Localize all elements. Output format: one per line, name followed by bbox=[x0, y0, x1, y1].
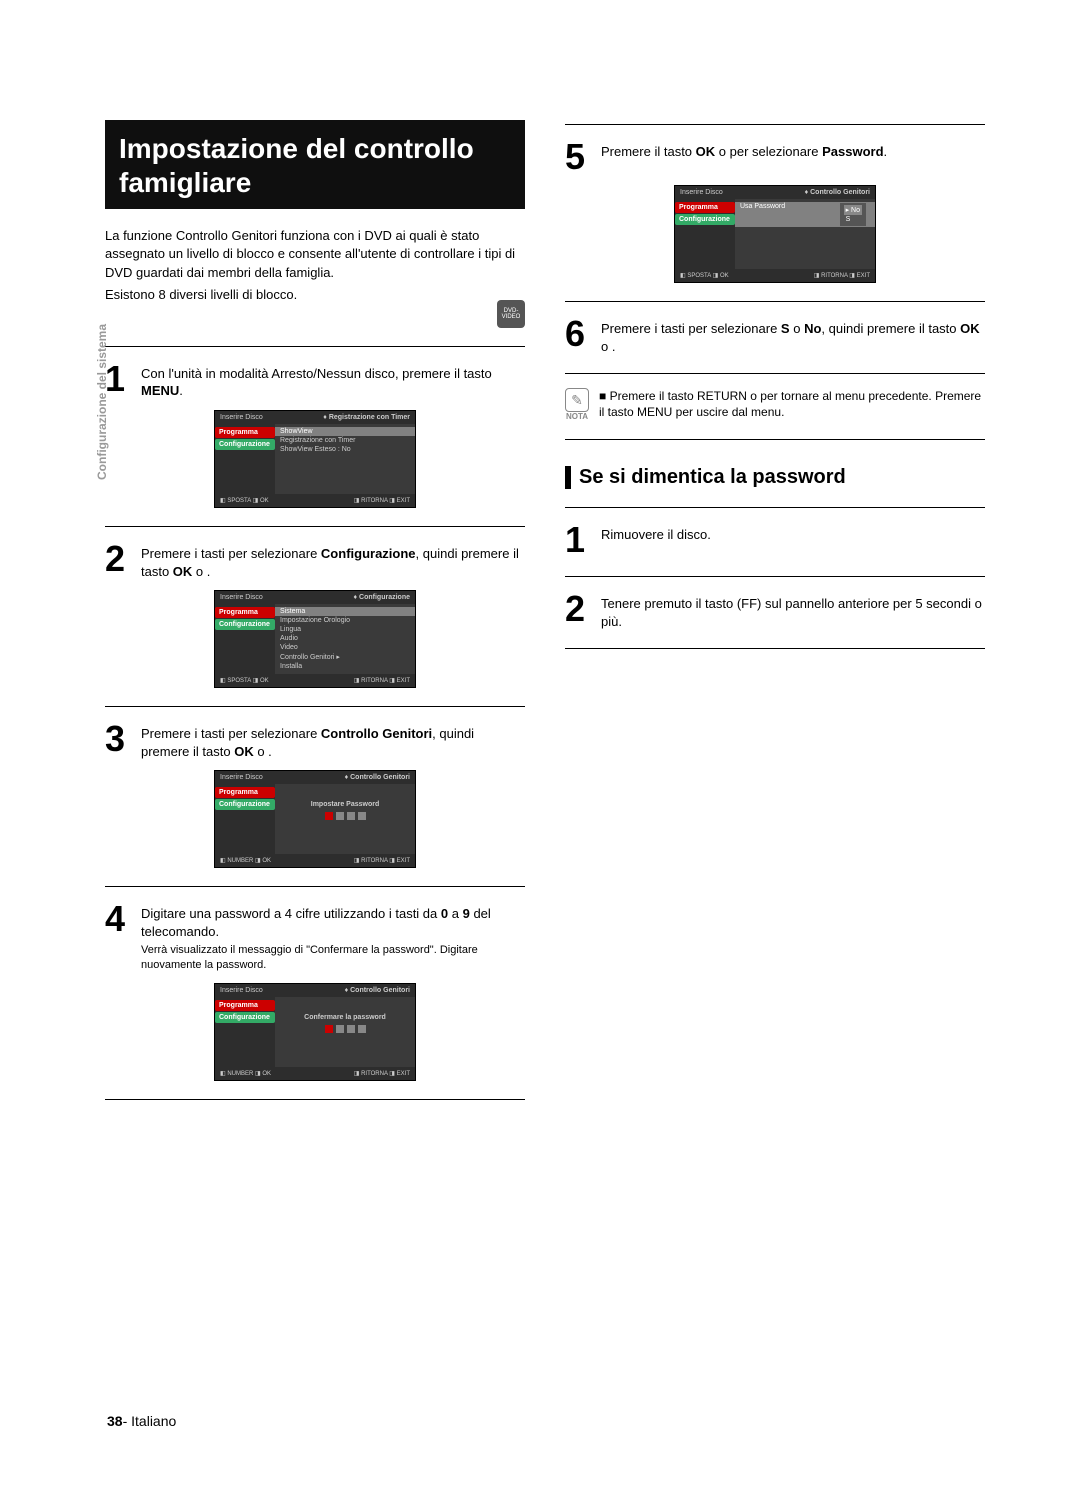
forgot-step-2: 2 Tenere premuto il tasto (FF) sul panne… bbox=[565, 591, 985, 630]
divider bbox=[105, 526, 525, 527]
step-text: Premere i tasti per selezionare S o No, … bbox=[601, 316, 985, 355]
note-block: ✎ NOTA ■ Premere il tasto RETURN o per t… bbox=[565, 388, 985, 421]
divider bbox=[105, 346, 525, 347]
divider bbox=[105, 706, 525, 707]
intro-paragraph-2: Esistono 8 diversi livelli di blocco. bbox=[105, 286, 525, 304]
page-number: 38 bbox=[107, 1413, 123, 1429]
step-text: Premere i tasti per selezionare Configur… bbox=[141, 541, 525, 580]
step-text: Tenere premuto il tasto (FF) sul pannell… bbox=[601, 591, 985, 630]
step-text: Con l'unità in modalità Arresto/Nessun d… bbox=[141, 361, 525, 400]
section-side-label: Configurazione del sistema bbox=[95, 324, 109, 480]
two-columns: Impostazione del controllo famigliare La… bbox=[105, 120, 985, 1114]
divider bbox=[105, 1099, 525, 1100]
divider bbox=[565, 439, 985, 440]
osd-step-2: Inserire Disco♦ Configurazione Programma… bbox=[214, 590, 416, 688]
manual-page: Configurazione del sistema Impostazione … bbox=[0, 0, 1080, 1489]
step-text: Digitare una password a 4 cifre utilizza… bbox=[141, 901, 525, 973]
page-footer: 38- Italiano bbox=[107, 1413, 176, 1429]
step-6: 6 Premere i tasti per selezionare S o No… bbox=[565, 316, 985, 355]
osd-step-1: Inserire Disco♦ Registrazione con Timer … bbox=[214, 410, 416, 508]
osd-step-4: Inserire Disco♦ Controllo Genitori Progr… bbox=[214, 983, 416, 1081]
page-language: Italiano bbox=[131, 1413, 176, 1429]
forgot-step-1: 1 Rimuovere il disco. bbox=[565, 522, 985, 558]
step-4: 4 Digitare una password a 4 cifre utiliz… bbox=[105, 901, 525, 973]
dvd-video-icon: DVD-VIDEO bbox=[497, 300, 525, 328]
divider bbox=[565, 576, 985, 577]
page-title: Impostazione del controllo famigliare bbox=[105, 120, 525, 209]
step-number: 5 bbox=[565, 139, 593, 175]
step-number: 1 bbox=[565, 522, 593, 558]
osd-step-5: Inserire Disco♦ Controllo Genitori Progr… bbox=[674, 185, 876, 283]
note-label: NOTA bbox=[565, 412, 589, 421]
step-5: 5 Premere il tasto OK o per selezionare … bbox=[565, 139, 985, 175]
divider bbox=[105, 886, 525, 887]
step-2: 2 Premere i tasti per selezionare Config… bbox=[105, 541, 525, 580]
step-text: Premere i tasti per selezionare Controll… bbox=[141, 721, 525, 760]
divider bbox=[565, 301, 985, 302]
divider bbox=[565, 373, 985, 374]
step-number: 3 bbox=[105, 721, 133, 760]
step-number: 2 bbox=[565, 591, 593, 630]
divider bbox=[565, 124, 985, 125]
subsection-title: Se si dimentica la password bbox=[565, 466, 985, 489]
divider bbox=[565, 507, 985, 508]
step-text: Rimuovere il disco. bbox=[601, 522, 711, 558]
step-1: 1 Con l'unità in modalità Arresto/Nessun… bbox=[105, 361, 525, 400]
step-3: 3 Premere i tasti per selezionare Contro… bbox=[105, 721, 525, 760]
left-column: Impostazione del controllo famigliare La… bbox=[105, 120, 525, 1114]
intro-paragraph-1: La funzione Controllo Genitori funziona … bbox=[105, 227, 525, 282]
step-number: 6 bbox=[565, 316, 593, 355]
step-number: 4 bbox=[105, 901, 133, 973]
note-icon: ✎ bbox=[565, 388, 589, 412]
osd-step-3: Inserire Disco♦ Controllo Genitori Progr… bbox=[214, 770, 416, 868]
step-text: Premere il tasto OK o per selezionare Pa… bbox=[601, 139, 887, 175]
divider bbox=[565, 648, 985, 649]
step-number: 2 bbox=[105, 541, 133, 580]
step-number: 1 bbox=[105, 361, 133, 400]
note-text: ■ Premere il tasto RETURN o per tornare … bbox=[599, 388, 985, 420]
right-column: 5 Premere il tasto OK o per selezionare … bbox=[565, 120, 985, 1114]
